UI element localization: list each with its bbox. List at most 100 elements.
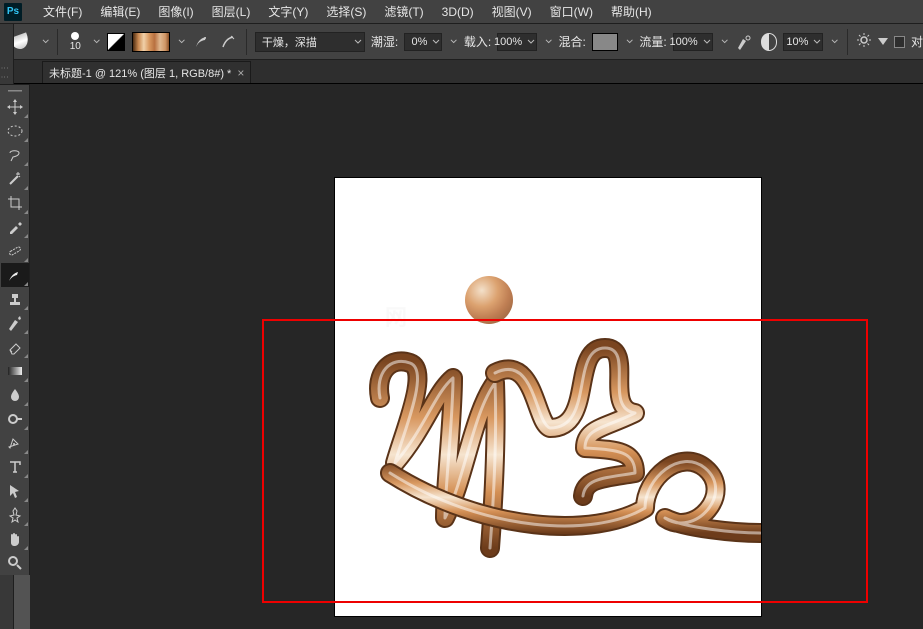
annotation-highlight-box <box>262 319 868 603</box>
flow-input[interactable]: 100% <box>673 33 713 51</box>
menu-file[interactable]: 文件(F) <box>34 0 91 24</box>
shape-icon <box>6 506 24 524</box>
document-tab-title: 未标题-1 @ 121% (图层 1, RGB/8#) * <box>49 65 231 81</box>
move-icon <box>6 98 24 116</box>
menu-select[interactable]: 选择(S) <box>317 0 375 24</box>
mixer-brush-tool[interactable] <box>1 263 29 287</box>
menu-filter[interactable]: 滤镜(T) <box>375 0 432 24</box>
healing-icon <box>6 242 24 260</box>
lasso-icon <box>6 146 24 164</box>
menu-view[interactable]: 视图(V) <box>483 0 541 24</box>
toolbox <box>0 84 30 575</box>
zoom-tool[interactable] <box>1 551 29 575</box>
gear-icon[interactable] <box>856 32 872 51</box>
brush-dot-icon <box>71 32 79 40</box>
quick-selection-tool[interactable] <box>1 167 29 191</box>
arrow-icon <box>6 482 24 500</box>
brush-panel-icon <box>107 33 125 51</box>
spot-healing-tool[interactable] <box>1 239 29 263</box>
close-icon[interactable]: × <box>237 66 244 80</box>
toolbox-grip[interactable] <box>0 87 29 95</box>
wet-label: 潮湿: <box>371 33 398 50</box>
dodge-tool[interactable] <box>1 407 29 431</box>
opacity-input[interactable]: 10% <box>783 33 823 51</box>
menu-bar: Ps 文件(F) 编辑(E) 图像(I) 图层(L) 文字(Y) 选择(S) 滤… <box>0 0 923 24</box>
document-tab[interactable]: 未标题-1 @ 121% (图层 1, RGB/8#) * × <box>42 61 251 83</box>
menu-3d[interactable]: 3D(D) <box>433 1 483 23</box>
pen-tool[interactable] <box>1 431 29 455</box>
brush-preset-picker[interactable]: 10 <box>66 32 85 52</box>
chevron-down-icon[interactable] <box>42 38 49 46</box>
menu-help[interactable]: 帮助(H) <box>602 0 661 24</box>
load-brush-button[interactable] <box>191 31 212 53</box>
blur-tool[interactable] <box>1 383 29 407</box>
mix-label: 混合: <box>559 33 586 50</box>
app-logo: Ps <box>4 3 22 21</box>
brush-panel-button[interactable] <box>106 31 127 53</box>
airbrush-button[interactable] <box>734 31 755 53</box>
load-input[interactable]: 100% <box>497 33 537 51</box>
chevron-down-icon[interactable] <box>721 38 728 46</box>
dodge-icon <box>6 410 24 428</box>
align-label: 对 <box>911 33 923 50</box>
chevron-down-icon[interactable] <box>545 38 552 46</box>
hand-icon <box>6 530 24 548</box>
eraser-tool[interactable] <box>1 335 29 359</box>
airbrush-icon <box>736 34 752 50</box>
triangle-down-icon[interactable] <box>878 38 888 45</box>
document-tab-bar: 未标题-1 @ 121% (图层 1, RGB/8#) * × <box>0 60 923 84</box>
lasso-tool[interactable] <box>1 143 29 167</box>
current-color-swatch[interactable] <box>132 32 169 52</box>
blur-icon <box>6 386 24 404</box>
brush-combo-dropdown[interactable]: 干燥，深描 <box>255 32 365 52</box>
chevron-down-icon[interactable] <box>178 38 185 46</box>
history-brush-icon <box>6 314 24 332</box>
menu-layer[interactable]: 图层(L) <box>203 0 260 24</box>
zoom-icon <box>6 554 24 572</box>
history-brush-tool[interactable] <box>1 311 29 335</box>
load-label: 载入: <box>464 33 491 50</box>
menu-window[interactable]: 窗口(W) <box>541 0 602 24</box>
chevron-down-icon[interactable] <box>626 38 633 46</box>
eyedropper-icon <box>6 218 24 236</box>
crop-tool[interactable] <box>1 191 29 215</box>
clean-brush-icon <box>220 34 236 50</box>
flow-label: 流量: <box>639 33 666 50</box>
mix-swatch[interactable] <box>592 33 618 51</box>
crop-icon <box>6 194 24 212</box>
shape-tool[interactable] <box>1 503 29 527</box>
chevron-down-icon[interactable] <box>93 38 100 46</box>
mixer-brush-icon <box>6 266 24 284</box>
canvas-area[interactable]: 网 <box>30 84 923 629</box>
stamp-icon <box>6 290 24 308</box>
type-tool[interactable] <box>1 455 29 479</box>
magic-wand-icon <box>6 170 24 188</box>
clone-stamp-tool[interactable] <box>1 287 29 311</box>
separator <box>847 29 848 55</box>
menu-edit[interactable]: 编辑(E) <box>91 0 149 24</box>
type-icon <box>6 458 24 476</box>
dock-handle-icon[interactable]: ⋮⋮ <box>0 64 9 82</box>
menu-image[interactable]: 图像(I) <box>149 0 202 24</box>
gradient-tool[interactable] <box>1 359 29 383</box>
brush-combo-value: 干燥，深描 <box>262 34 317 50</box>
chevron-down-icon[interactable] <box>831 38 838 46</box>
chevron-down-icon[interactable] <box>450 38 457 46</box>
wet-input[interactable]: 0% <box>404 33 442 51</box>
marquee-icon <box>6 122 24 140</box>
move-tool[interactable] <box>1 95 29 119</box>
separator <box>57 29 58 55</box>
clean-brush-button[interactable] <box>217 31 238 53</box>
rectangular-marquee-tool[interactable] <box>1 119 29 143</box>
path-selection-tool[interactable] <box>1 479 29 503</box>
sample-all-layers-checkbox[interactable] <box>894 36 905 48</box>
menu-type[interactable]: 文字(Y) <box>259 0 317 24</box>
gradient-icon <box>6 362 24 380</box>
options-bar: 10 干燥，深描 潮湿: 0% 载入: 100% 混合: 流量: <box>0 24 923 60</box>
pressure-opacity-icon[interactable] <box>761 33 778 51</box>
load-brush-icon <box>193 34 209 50</box>
separator <box>246 29 247 55</box>
hand-tool[interactable] <box>1 527 29 551</box>
brush-size-value: 10 <box>70 42 81 52</box>
eyedropper-tool[interactable] <box>1 215 29 239</box>
